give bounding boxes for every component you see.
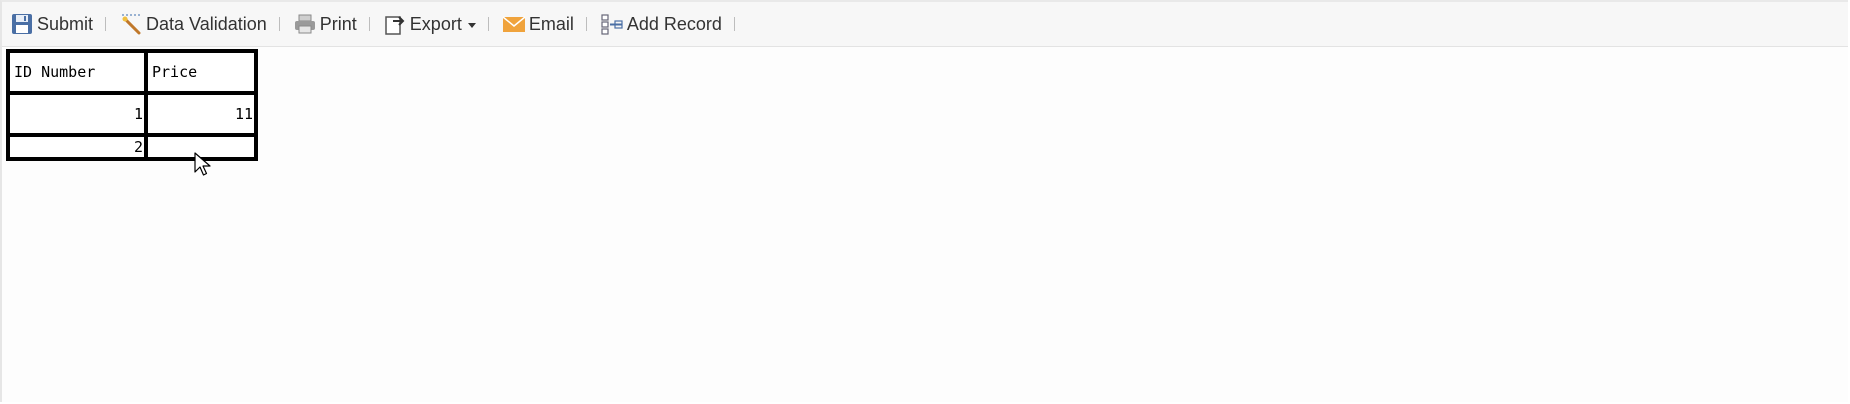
- export-label: Export: [409, 13, 462, 34]
- report-frame: Submit Data Validation Print Export Emai…: [0, 0, 1848, 402]
- data-validation-label: Data Validation: [146, 13, 267, 34]
- toolbar: Submit Data Validation Print Export Emai…: [2, 2, 1848, 47]
- table-row: 2: [6, 133, 258, 161]
- printer-icon: [292, 11, 318, 37]
- print-label: Print: [319, 13, 357, 34]
- validation-wand-icon: [118, 11, 144, 37]
- table-row: 1 11: [6, 91, 258, 137]
- toolbar-separator: [487, 17, 489, 31]
- export-icon: [382, 11, 408, 37]
- save-icon: [9, 11, 35, 37]
- toolbar-separator: [368, 17, 370, 31]
- export-button[interactable]: Export: [380, 9, 478, 39]
- email-button[interactable]: Email: [499, 9, 576, 39]
- add-record-button[interactable]: Add Record: [597, 9, 724, 39]
- cell-id-number[interactable]: 1: [6, 91, 148, 137]
- toolbar-separator: [733, 17, 735, 31]
- print-button[interactable]: Print: [290, 9, 359, 39]
- add-record-icon: [599, 11, 625, 37]
- data-table: ID Number Price 1 11 2: [6, 49, 258, 161]
- cell-price[interactable]: 11: [144, 91, 258, 137]
- data-grid: ID Number Price 1 11 2: [6, 49, 258, 161]
- submit-button[interactable]: Submit: [7, 9, 95, 39]
- mouse-pointer-icon: [194, 152, 211, 176]
- data-validation-button[interactable]: Data Validation: [116, 9, 269, 39]
- add-record-label: Add Record: [626, 13, 722, 34]
- toolbar-separator: [585, 17, 587, 31]
- toolbar-separator: [105, 17, 107, 31]
- email-envelope-icon: [501, 11, 527, 37]
- header-id-number: ID Number: [6, 49, 148, 95]
- header-price: Price: [144, 49, 258, 95]
- toolbar-separator: [278, 17, 280, 31]
- submit-label: Submit: [37, 13, 94, 34]
- email-label: Email: [528, 13, 574, 34]
- cell-id-number[interactable]: 2: [6, 133, 148, 161]
- chevron-down-icon[interactable]: [467, 22, 476, 28]
- table-header-row: ID Number Price: [6, 49, 258, 95]
